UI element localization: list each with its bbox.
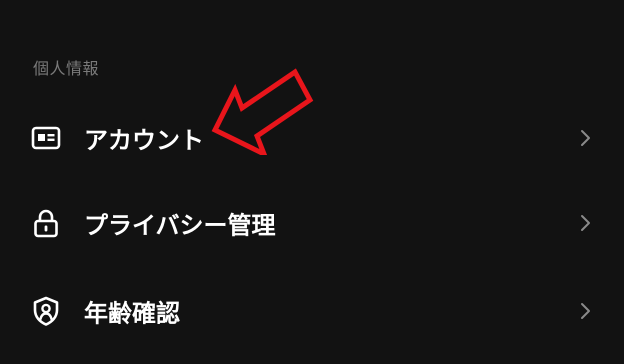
section-header-personal-info: 個人情報 xyxy=(33,59,100,78)
menu-item-account[interactable]: アカウント xyxy=(0,98,624,178)
shield-person-icon xyxy=(30,295,62,327)
menu-item-age-verification[interactable]: 年齢確認 xyxy=(0,271,624,351)
chevron-right-icon xyxy=(575,128,595,148)
menu-item-label: アカウント xyxy=(84,126,204,155)
chevron-right-icon xyxy=(575,301,595,321)
menu-item-label: プライバシー管理 xyxy=(84,211,276,240)
menu-item-label: 年齢確認 xyxy=(84,299,180,328)
id-card-icon xyxy=(30,122,62,154)
lock-icon xyxy=(30,207,62,239)
menu-item-privacy-management[interactable]: プライバシー管理 xyxy=(0,183,624,263)
chevron-right-icon xyxy=(575,213,595,233)
